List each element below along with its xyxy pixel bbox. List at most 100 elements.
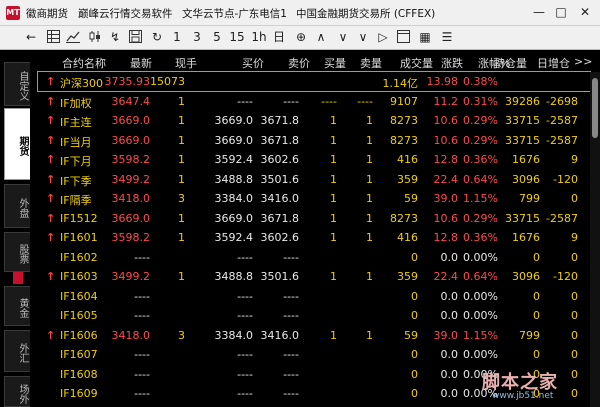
cell-bid: ----	[237, 250, 253, 264]
tab-foreign-market[interactable]: 外盘	[4, 184, 30, 228]
period-1h-button[interactable]: 1h	[250, 28, 268, 46]
table-row[interactable]: IF1605 ---- ---- ---- 0 0.0 0.00% 0 0	[38, 306, 590, 325]
cell-last: ----	[134, 309, 150, 322]
tab-forex[interactable]: 外汇	[4, 330, 30, 372]
quote-table: 合约名称 最新 现手 买价 卖价 买量 卖量 成交量 涨跌 涨幅% 持仓量 日增…	[37, 50, 592, 407]
cell-oi-increase: 0	[571, 309, 578, 322]
vertical-scrollbar[interactable]	[590, 72, 600, 407]
diamond-icon[interactable]: ⊕	[292, 28, 310, 46]
cell-open-interest: 799	[519, 328, 540, 342]
table-row[interactable]: IF1602 ---- ---- ---- 0 0.0 0.00% 0 0	[38, 248, 590, 267]
candlestick-icon[interactable]	[86, 28, 104, 46]
cell-change: 10.6	[433, 211, 459, 225]
menu-icon[interactable]: ☰	[438, 28, 456, 46]
table-row[interactable]: ↑ IF隔季 3418.0 3 3384.0 3416.0 1 1 59 39.0 1.15% 799…	[38, 189, 590, 208]
table-row[interactable]: ↑ IF1512 3669.0 1 3669.0 3671.8 1 1 8273 10.6 0.29…	[38, 209, 590, 228]
cell-oi-increase: -120	[553, 172, 578, 186]
cell-hand: 1	[178, 114, 185, 127]
table-row[interactable]: ↑ IF1603 3499.2 1 3488.8 3501.6 1 1 359 22.4 0.64%…	[38, 267, 590, 286]
header-last[interactable]: 最新	[130, 55, 152, 71]
cell-bid-volume: 1	[330, 114, 337, 127]
table-row[interactable]: ↑ IF当月 3669.0 1 3669.0 3671.8 1 1 8273 10.6 0.29% 3…	[38, 131, 590, 150]
period-5-button[interactable]: 5	[208, 28, 226, 46]
table-row[interactable]: IF1607 ---- ---- ---- 0 0.0 0.00% 0 0	[38, 345, 590, 364]
scrollbar-thumb[interactable]	[592, 78, 598, 138]
cell-ask: ----	[283, 387, 299, 400]
cell-last: 3669.0	[111, 133, 151, 147]
cell-bid: 3488.8	[214, 270, 254, 283]
cell-open-interest: 0	[533, 309, 540, 322]
cell-ask: 3671.8	[260, 133, 300, 147]
table-row[interactable]: ↑ IF下季 3499.2 1 3488.8 3501.6 1 1 359 22.4 0.64% 30…	[38, 170, 590, 189]
cell-last: 3598.2	[111, 153, 151, 166]
tab-futures[interactable]: 期货	[4, 108, 30, 180]
header-oi-increase[interactable]: 日增仓	[537, 55, 570, 71]
header-bid[interactable]: 买价	[242, 55, 264, 71]
table-row[interactable]: ↑ IF主连 3669.0 1 3669.0 3671.8 1 1 8273 10.6 0.29% 3…	[38, 111, 590, 130]
cell-bid: 3669.0	[214, 211, 254, 225]
window-icon[interactable]	[394, 28, 412, 46]
header-ask-volume[interactable]: 卖量	[360, 55, 382, 71]
cell-ask-volume: 1	[366, 153, 373, 166]
cell-hand: 3	[178, 328, 185, 342]
header-change[interactable]: 涨跌	[441, 55, 463, 71]
tab-gold[interactable]: 黄金	[4, 286, 30, 326]
tab-otc[interactable]: 场外	[4, 376, 30, 407]
cell-name: IF1604	[60, 289, 98, 303]
cell-oi-increase: -2587	[546, 211, 578, 225]
cell-change-pct: 0.31%	[463, 94, 498, 108]
back-arrow-icon[interactable]: ←	[22, 28, 40, 46]
table-row[interactable]: ↑ 沪深300 3735.93 15073 1.14亿 13.98 0.38%	[37, 71, 591, 92]
cell-open-interest: 0	[533, 250, 540, 264]
layout-grid-icon[interactable]: ▦	[416, 28, 434, 46]
cell-change-pct: 0.00%	[463, 289, 498, 303]
cell-bid-volume: 1	[330, 270, 337, 283]
line-chart-icon[interactable]	[64, 28, 82, 46]
cell-bid: 3384.0	[214, 328, 254, 342]
cell-ask: ----	[283, 94, 299, 108]
cell-change: 0.0	[440, 289, 459, 303]
table-row[interactable]: ↑ IF下月 3598.2 1 3592.4 3602.6 1 1 416 12.8 0.36% 16…	[38, 150, 590, 169]
table-row[interactable]: ↑ IF1606 3418.0 3 3384.0 3416.0 1 1 59 39.0 1.15% 7…	[38, 326, 590, 345]
close-icon[interactable]: ✕	[574, 2, 596, 22]
tab-custom[interactable]: 自定义	[4, 62, 30, 106]
header-bid-volume[interactable]: 买量	[324, 55, 346, 71]
cell-volume: 8273	[390, 133, 418, 147]
cell-change: 11.2	[433, 94, 459, 108]
grid-view-icon[interactable]	[44, 28, 62, 46]
maximize-icon[interactable]: □	[550, 2, 572, 22]
cell-volume: 0	[411, 250, 418, 264]
cell-ask-volume: 1	[366, 211, 373, 225]
minimize-icon[interactable]: —	[528, 2, 550, 22]
cell-name: IF下月	[60, 155, 92, 168]
double-down-icon[interactable]: ∨	[354, 28, 372, 46]
expand-up-icon[interactable]: ∧	[312, 28, 330, 46]
table-row[interactable]: IF1604 ---- ---- ---- 0 0.0 0.00% 0 0	[38, 287, 590, 306]
refresh-icon[interactable]: ↻	[148, 28, 166, 46]
header-hand[interactable]: 现手	[175, 55, 197, 71]
lightning-icon[interactable]: ↯	[106, 28, 124, 46]
period-day-button[interactable]: 日	[270, 28, 288, 46]
cell-hand: 1	[178, 153, 185, 166]
table-row[interactable]: ↑ IF加权 3647.4 1 ---- ---- ---- ---- 9107 11.2 0.31…	[38, 92, 590, 111]
save-icon[interactable]	[126, 28, 144, 46]
header-more-icon[interactable]: >>	[574, 55, 592, 68]
header-name[interactable]: 合约名称	[62, 55, 106, 71]
period-15-button[interactable]: 15	[228, 28, 246, 46]
row-arrow-icon: ↑	[46, 114, 56, 127]
cell-ask-volume: 1	[366, 270, 373, 283]
header-volume[interactable]: 成交量	[400, 55, 433, 71]
header-open-interest[interactable]: 持仓量	[494, 55, 527, 71]
play-icon[interactable]: ▷	[374, 28, 392, 46]
period-1-button[interactable]: 1	[168, 28, 186, 46]
header-ask[interactable]: 卖价	[288, 55, 310, 71]
cell-bid: ----	[237, 309, 253, 322]
cell-change-pct: 0.29%	[463, 114, 498, 127]
cell-change-pct: 0.38%	[463, 75, 498, 88]
cell-change: 0.0	[440, 367, 459, 381]
period-3-button[interactable]: 3	[188, 28, 206, 46]
collapse-down-icon[interactable]: ∨	[334, 28, 352, 46]
table-row[interactable]: ↑ IF1601 3598.2 1 3592.4 3602.6 1 1 416 12.8 0.36%…	[38, 228, 590, 247]
tab-stocks[interactable]: 股票	[4, 232, 30, 272]
cell-bid: 3592.4	[214, 231, 254, 244]
